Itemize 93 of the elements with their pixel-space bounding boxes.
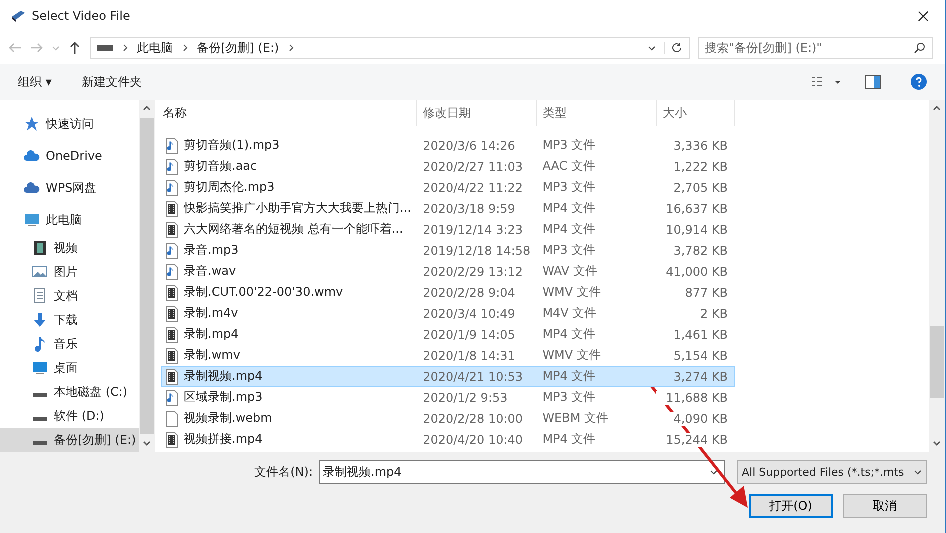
scroll-down-icon[interactable] bbox=[933, 439, 941, 447]
drive-icon bbox=[97, 44, 113, 52]
sidebar-item[interactable]: OneDrive bbox=[0, 140, 139, 172]
scrollbar[interactable] bbox=[139, 100, 155, 452]
music-file-icon bbox=[166, 180, 178, 196]
video-file-icon bbox=[166, 306, 178, 322]
close-icon[interactable] bbox=[918, 10, 929, 22]
file-row[interactable]: 快影搞笑推广小助手官方大大我要上热门... 2020/3/18 9:59 MP4 文件 16,637 KB bbox=[161, 198, 735, 219]
column-header[interactable]: 修改日期 bbox=[417, 100, 537, 126]
video-file-icon bbox=[166, 200, 178, 216]
chevron-right-icon bbox=[181, 44, 189, 52]
scrollbar-thumb[interactable] bbox=[930, 326, 944, 398]
music-file-icon bbox=[166, 158, 178, 174]
star-icon bbox=[24, 116, 40, 132]
sidebar-item[interactable]: 本地磁盘 (C:) bbox=[0, 380, 139, 404]
help-icon[interactable] bbox=[911, 74, 927, 90]
picture-icon bbox=[32, 264, 48, 280]
sidebar-item[interactable]: 视频 bbox=[0, 236, 139, 260]
sidebar-item[interactable]: 备份[勿删] (E:) bbox=[0, 428, 139, 452]
column-header[interactable]: 类型 bbox=[537, 100, 657, 126]
sidebar-item[interactable]: 下载 bbox=[0, 308, 139, 332]
sidebar-item[interactable]: 图片 bbox=[0, 260, 139, 284]
file-row[interactable]: 区域录制.mp3 2020/1/2 9:53 MP3 文件 11,688 KB bbox=[161, 387, 735, 408]
scroll-down-icon[interactable] bbox=[143, 439, 151, 447]
refresh-icon[interactable] bbox=[664, 42, 683, 54]
filename-field[interactable]: 录制视频.mp4 bbox=[319, 460, 725, 484]
sidebar-item[interactable]: 桌面 bbox=[0, 356, 139, 380]
video-file-icon bbox=[166, 326, 178, 342]
sidebar-item[interactable]: 快速访问 bbox=[0, 108, 139, 140]
app-icon bbox=[10, 8, 26, 24]
pc-icon bbox=[24, 212, 40, 228]
file-row[interactable]: 录制.m4v 2020/3/4 10:49 M4V 文件 2 KB bbox=[161, 303, 735, 324]
preview-pane-icon[interactable] bbox=[865, 75, 881, 89]
open-button[interactable]: 打开(O) bbox=[749, 494, 833, 518]
file-row[interactable]: 录制.mp4 2020/1/9 14:05 MP4 文件 1,461 KB bbox=[161, 324, 735, 345]
breadcrumb[interactable]: 备份[勿删] (E:) bbox=[197, 40, 280, 56]
video-file-icon bbox=[166, 432, 178, 448]
search-field[interactable]: 搜索"备份[勿删] (E:)" bbox=[698, 37, 933, 59]
chevron-right-icon bbox=[287, 44, 296, 52]
file-row[interactable]: 剪切音频(1).mp3 2020/3/6 14:26 MP3 文件 3,336 KB bbox=[161, 135, 735, 156]
file-row[interactable]: 视频拼接.mp4 2020/4/20 10:40 MP4 文件 15,244 KB bbox=[161, 429, 735, 450]
cloud-icon bbox=[24, 148, 40, 164]
music-file-icon bbox=[166, 264, 178, 280]
chevron-down-icon bbox=[914, 468, 922, 476]
file-row[interactable]: 剪切音频.aac 2020/2/27 11:03 AAC 文件 1,222 KB bbox=[161, 156, 735, 177]
sidebar-item[interactable]: 此电脑 bbox=[0, 204, 139, 236]
column-header[interactable]: 大小 bbox=[657, 100, 735, 126]
view-options-icon[interactable] bbox=[811, 76, 841, 88]
doc-icon bbox=[32, 288, 48, 304]
file-row[interactable]: 剪切周杰伦.mp3 2020/4/22 11:22 MP3 文件 2,705 KB bbox=[161, 177, 735, 198]
drive-icon bbox=[33, 393, 47, 397]
new-folder-button[interactable]: 新建文件夹 bbox=[82, 74, 142, 90]
chevron-right-icon bbox=[121, 44, 129, 52]
address-bar[interactable]: 此电脑 备份[勿删] (E:) bbox=[90, 37, 690, 59]
music-icon bbox=[32, 336, 48, 352]
file-row[interactable]: 录制.wmv 2020/1/8 14:31 WMV 文件 5,154 KB bbox=[161, 345, 735, 366]
file-row[interactable]: 录音.wav 2020/2/29 13:12 WAV 文件 41,000 KB bbox=[161, 261, 735, 282]
file-row[interactable]: 录制视频.mp4 2020/4/21 10:53 MP4 文件 3,274 KB bbox=[161, 366, 735, 387]
filename-label: 文件名(N): bbox=[254, 464, 313, 480]
video-file-icon bbox=[166, 284, 178, 300]
window-title: Select Video File bbox=[32, 9, 130, 23]
blank-file-icon bbox=[166, 410, 178, 426]
video-file-icon bbox=[166, 368, 178, 384]
chevron-down-icon bbox=[710, 468, 718, 476]
music-file-icon bbox=[166, 138, 178, 154]
search-icon bbox=[914, 42, 926, 54]
sidebar-item[interactable]: 文档 bbox=[0, 284, 139, 308]
file-row[interactable]: 录制.CUT.00'22-00'30.wmv 2020/2/28 9:04 WMV 文件 877 KB bbox=[161, 282, 735, 303]
up-arrow-icon[interactable] bbox=[68, 41, 82, 55]
organize-menu[interactable]: 组织 ▾ bbox=[18, 74, 52, 90]
video-file-icon bbox=[166, 222, 178, 238]
breadcrumb[interactable]: 此电脑 bbox=[137, 40, 173, 56]
music-file-icon bbox=[166, 390, 178, 406]
video-file-icon bbox=[166, 348, 178, 364]
scroll-up-icon[interactable] bbox=[933, 105, 941, 113]
drive-icon bbox=[33, 417, 47, 421]
chevron-down-icon[interactable] bbox=[648, 44, 656, 52]
drive-icon bbox=[33, 441, 47, 445]
sidebar-item[interactable]: WPS网盘 bbox=[0, 172, 139, 204]
video-icon bbox=[32, 240, 48, 256]
sidebar-item[interactable]: 音乐 bbox=[0, 332, 139, 356]
sidebar-item[interactable]: 软件 (D:) bbox=[0, 404, 139, 428]
file-type-dropdown[interactable]: All Supported Files (*.ts;*.mts bbox=[737, 460, 927, 484]
download-icon bbox=[32, 312, 48, 328]
desktop-icon bbox=[32, 360, 48, 376]
cancel-button[interactable]: 取消 bbox=[843, 494, 927, 518]
file-row[interactable]: 录音.mp3 2019/12/18 14:58 MP3 文件 3,782 KB bbox=[161, 240, 735, 261]
column-header[interactable]: 名称 bbox=[161, 100, 417, 126]
scrollbar[interactable] bbox=[929, 100, 945, 452]
scroll-up-icon[interactable] bbox=[143, 105, 151, 113]
file-row[interactable]: 六大网络著名的短视频 总有一个能吓着... 2019/12/14 3:23 MP4 文件 10,914 KB bbox=[161, 219, 735, 240]
file-row[interactable]: 视频录制.webm 2020/2/28 10:00 WEBM 文件 4,090 KB bbox=[161, 408, 735, 429]
music-file-icon bbox=[166, 242, 178, 258]
